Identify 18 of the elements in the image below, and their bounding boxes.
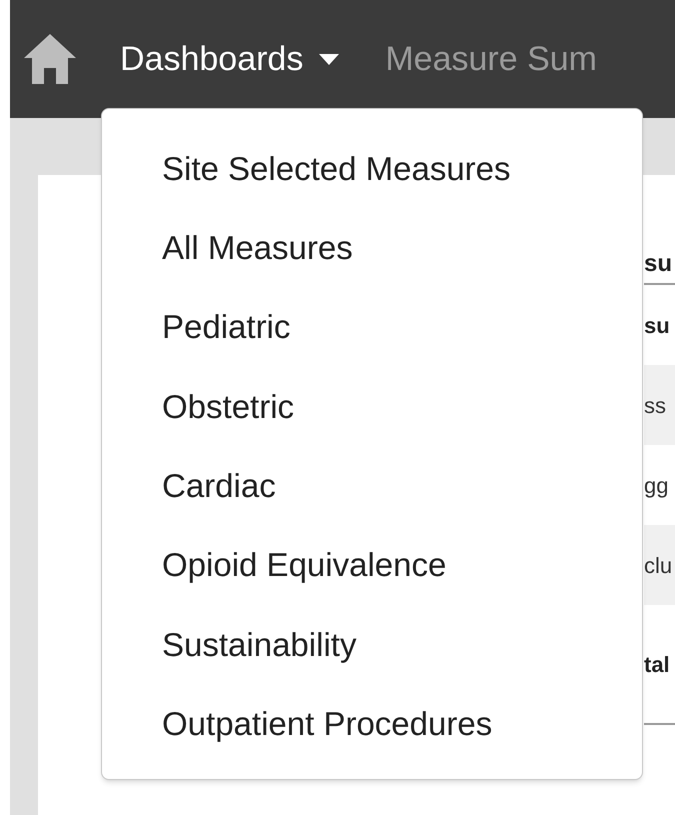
dashboards-menu[interactable]: Dashboards bbox=[120, 34, 340, 84]
menu-item[interactable]: Obstetric bbox=[102, 366, 642, 446]
menu-item[interactable]: Outpatient Procedures bbox=[102, 684, 642, 764]
home-icon[interactable] bbox=[22, 32, 78, 86]
menu-item[interactable]: All Measures bbox=[102, 208, 642, 288]
menu-item[interactable]: Opioid Equivalence bbox=[102, 525, 642, 605]
nav-link[interactable]: Measure Sum bbox=[385, 34, 597, 84]
column-header: su bbox=[644, 312, 670, 340]
caret-icon bbox=[319, 54, 340, 64]
table-cell-text: gg bbox=[644, 472, 668, 500]
total-cell-text: tal bbox=[644, 650, 670, 678]
menu-item[interactable]: Sustainability bbox=[102, 604, 642, 684]
table-cell-text: clu bbox=[644, 552, 672, 580]
menu-item[interactable]: Site Selected Measures bbox=[102, 129, 642, 208]
menu-item[interactable]: Cardiac bbox=[102, 446, 642, 526]
table-heading: su bbox=[644, 249, 672, 279]
menu-item[interactable]: Pediatric bbox=[102, 288, 642, 367]
table-cell-text: ss bbox=[644, 392, 666, 420]
